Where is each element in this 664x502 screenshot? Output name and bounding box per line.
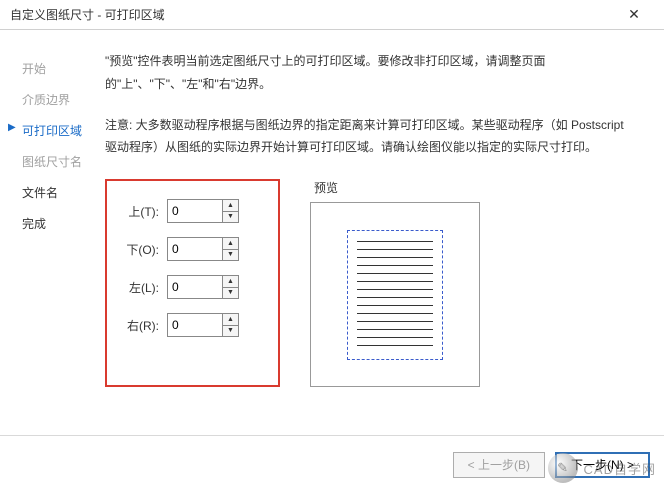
margins-highlight-box: 上(T): ▲ ▼ 下(O): ▲ bbox=[105, 179, 280, 387]
spinner-up-icon[interactable]: ▲ bbox=[223, 314, 238, 326]
preview-label: 预览 bbox=[310, 179, 634, 196]
margin-left-spinner[interactable]: ▲ ▼ bbox=[167, 275, 239, 299]
margin-row-left: 左(L): ▲ ▼ bbox=[125, 275, 256, 299]
footer-bar: < 上一步(B) 下一步(N) > ✎ CAD自学网 bbox=[0, 435, 664, 493]
spinner-down-icon[interactable]: ▼ bbox=[223, 288, 238, 299]
window-title: 自定义图纸尺寸 - 可打印区域 bbox=[10, 6, 614, 23]
content-area: 开始 介质边界 可打印区域 图纸尺寸名 文件名 完成 "预览"控件表明当前选定图… bbox=[0, 30, 664, 435]
margin-right-spinner[interactable]: ▲ ▼ bbox=[167, 313, 239, 337]
wizard-sidebar: 开始 介质边界 可打印区域 图纸尺寸名 文件名 完成 bbox=[0, 50, 105, 425]
margin-bottom-spinner[interactable]: ▲ ▼ bbox=[167, 237, 239, 261]
sidebar-item-finish: 完成 bbox=[22, 215, 105, 232]
spinner-up-icon[interactable]: ▲ bbox=[223, 238, 238, 250]
margin-bottom-input[interactable] bbox=[168, 238, 222, 260]
sidebar-item-start: 开始 bbox=[22, 60, 105, 77]
spinner-down-icon[interactable]: ▼ bbox=[223, 212, 238, 223]
back-button: < 上一步(B) bbox=[453, 452, 545, 478]
close-icon[interactable]: ✕ bbox=[614, 0, 654, 30]
sidebar-item-media: 介质边界 bbox=[22, 91, 105, 108]
sidebar-item-sizename: 图纸尺寸名 bbox=[22, 153, 105, 170]
margin-label-right: 右(R): bbox=[125, 317, 167, 334]
next-button[interactable]: 下一步(N) > bbox=[555, 452, 650, 478]
spinner-down-icon[interactable]: ▼ bbox=[223, 326, 238, 337]
margin-left-input[interactable] bbox=[168, 276, 222, 298]
preview-sheet-icon bbox=[347, 230, 443, 360]
description-text: "预览"控件表明当前选定图纸尺寸上的可打印区域。要修改非打印区域，请调整页面的"… bbox=[105, 50, 634, 96]
preview-box bbox=[310, 202, 480, 387]
margin-right-input[interactable] bbox=[168, 314, 222, 336]
margin-label-bottom: 下(O): bbox=[125, 241, 167, 258]
margin-row-bottom: 下(O): ▲ ▼ bbox=[125, 237, 256, 261]
margin-top-input[interactable] bbox=[168, 200, 222, 222]
preview-area: 预览 bbox=[310, 179, 634, 387]
titlebar: 自定义图纸尺寸 - 可打印区域 ✕ bbox=[0, 0, 664, 30]
spinner-up-icon[interactable]: ▲ bbox=[223, 276, 238, 288]
spinner-down-icon[interactable]: ▼ bbox=[223, 250, 238, 261]
main-panel: "预览"控件表明当前选定图纸尺寸上的可打印区域。要修改非打印区域，请调整页面的"… bbox=[105, 50, 664, 425]
margin-top-spinner[interactable]: ▲ ▼ bbox=[167, 199, 239, 223]
note-text: 注意: 大多数驱动程序根据与图纸边界的指定距离来计算可打印区域。某些驱动程序（如… bbox=[105, 114, 634, 160]
sidebar-item-printable: 可打印区域 bbox=[22, 122, 105, 139]
margin-label-top: 上(T): bbox=[125, 203, 167, 220]
sidebar-item-filename: 文件名 bbox=[22, 184, 105, 201]
margin-row-top: 上(T): ▲ ▼ bbox=[125, 199, 256, 223]
spinner-up-icon[interactable]: ▲ bbox=[223, 200, 238, 212]
margin-label-left: 左(L): bbox=[125, 279, 167, 296]
margin-row-right: 右(R): ▲ ▼ bbox=[125, 313, 256, 337]
